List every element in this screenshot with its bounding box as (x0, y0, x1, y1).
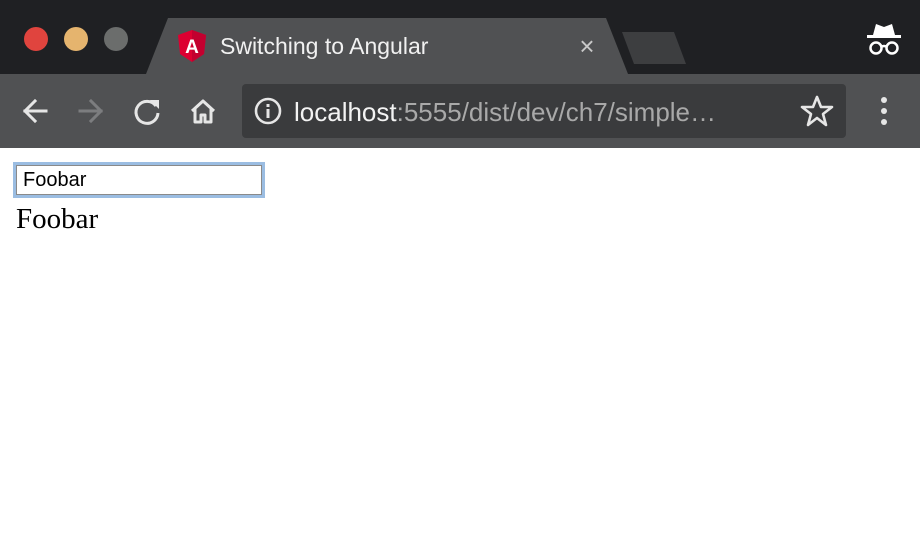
home-icon (190, 99, 216, 124)
window-minimize-button[interactable] (64, 27, 88, 51)
kebab-menu-icon[interactable] (870, 92, 898, 130)
window-close-button[interactable] (24, 27, 48, 51)
home-button[interactable] (184, 92, 222, 130)
star-icon[interactable] (800, 94, 834, 128)
reload-button[interactable] (128, 92, 166, 130)
angular-logo-icon: A (178, 30, 206, 62)
favicon-letter: A (185, 37, 199, 58)
text-input[interactable] (16, 165, 262, 195)
reload-icon (134, 99, 160, 125)
incognito-icon (867, 24, 901, 55)
forward-arrow-icon (78, 98, 104, 124)
echo-text: Foobar (16, 203, 99, 235)
window-maximize-button[interactable] (104, 27, 128, 51)
url-host: localhost (294, 97, 397, 127)
info-icon[interactable] (254, 97, 282, 125)
tab-title: Switching to Angular (220, 33, 429, 59)
tab-close-icon[interactable]: × (574, 32, 600, 60)
url-path: :5555/dist/dev/ch7/simple… (396, 97, 717, 127)
back-arrow-icon (22, 98, 48, 124)
back-button[interactable] (16, 92, 54, 130)
forward-button[interactable] (72, 92, 110, 130)
url-text[interactable]: localhost:5555/dist/dev/ch7/simple… (294, 96, 784, 128)
browser-window: A Switching to Angular × localhost:5555/… (0, 0, 920, 544)
page-content (0, 148, 920, 544)
